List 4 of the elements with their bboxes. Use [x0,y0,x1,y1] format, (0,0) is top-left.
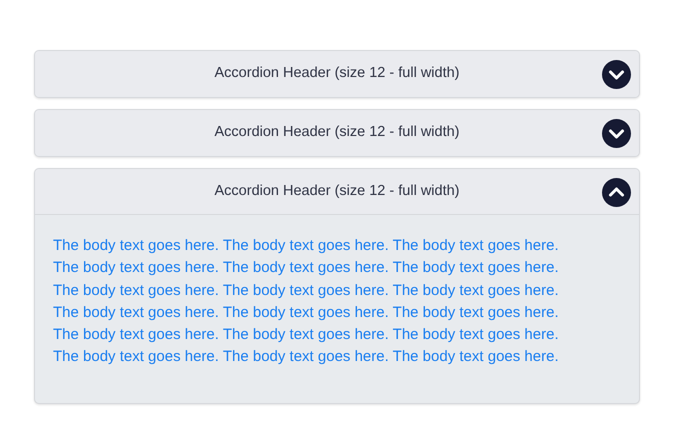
accordion-header[interactable]: Accordion Header (size 12 - full width) [35,169,639,215]
accordion-header[interactable]: Accordion Header (size 12 - full width) [35,51,639,97]
accordion-header[interactable]: Accordion Header (size 12 - full width) [35,110,639,156]
body-text: The body text goes here. The body text goes here. The body text goes here. The body text goes here. The body text goes here. The body text goes here. The body text goes here. The body text goes here. The body text goes here. The body text goes here. The body text goes here. The body text goes here. The body text goes here. The body text goes here. The body text goes here. The body text goes here. The body text goes here. The body text goes here. [53,236,560,368]
